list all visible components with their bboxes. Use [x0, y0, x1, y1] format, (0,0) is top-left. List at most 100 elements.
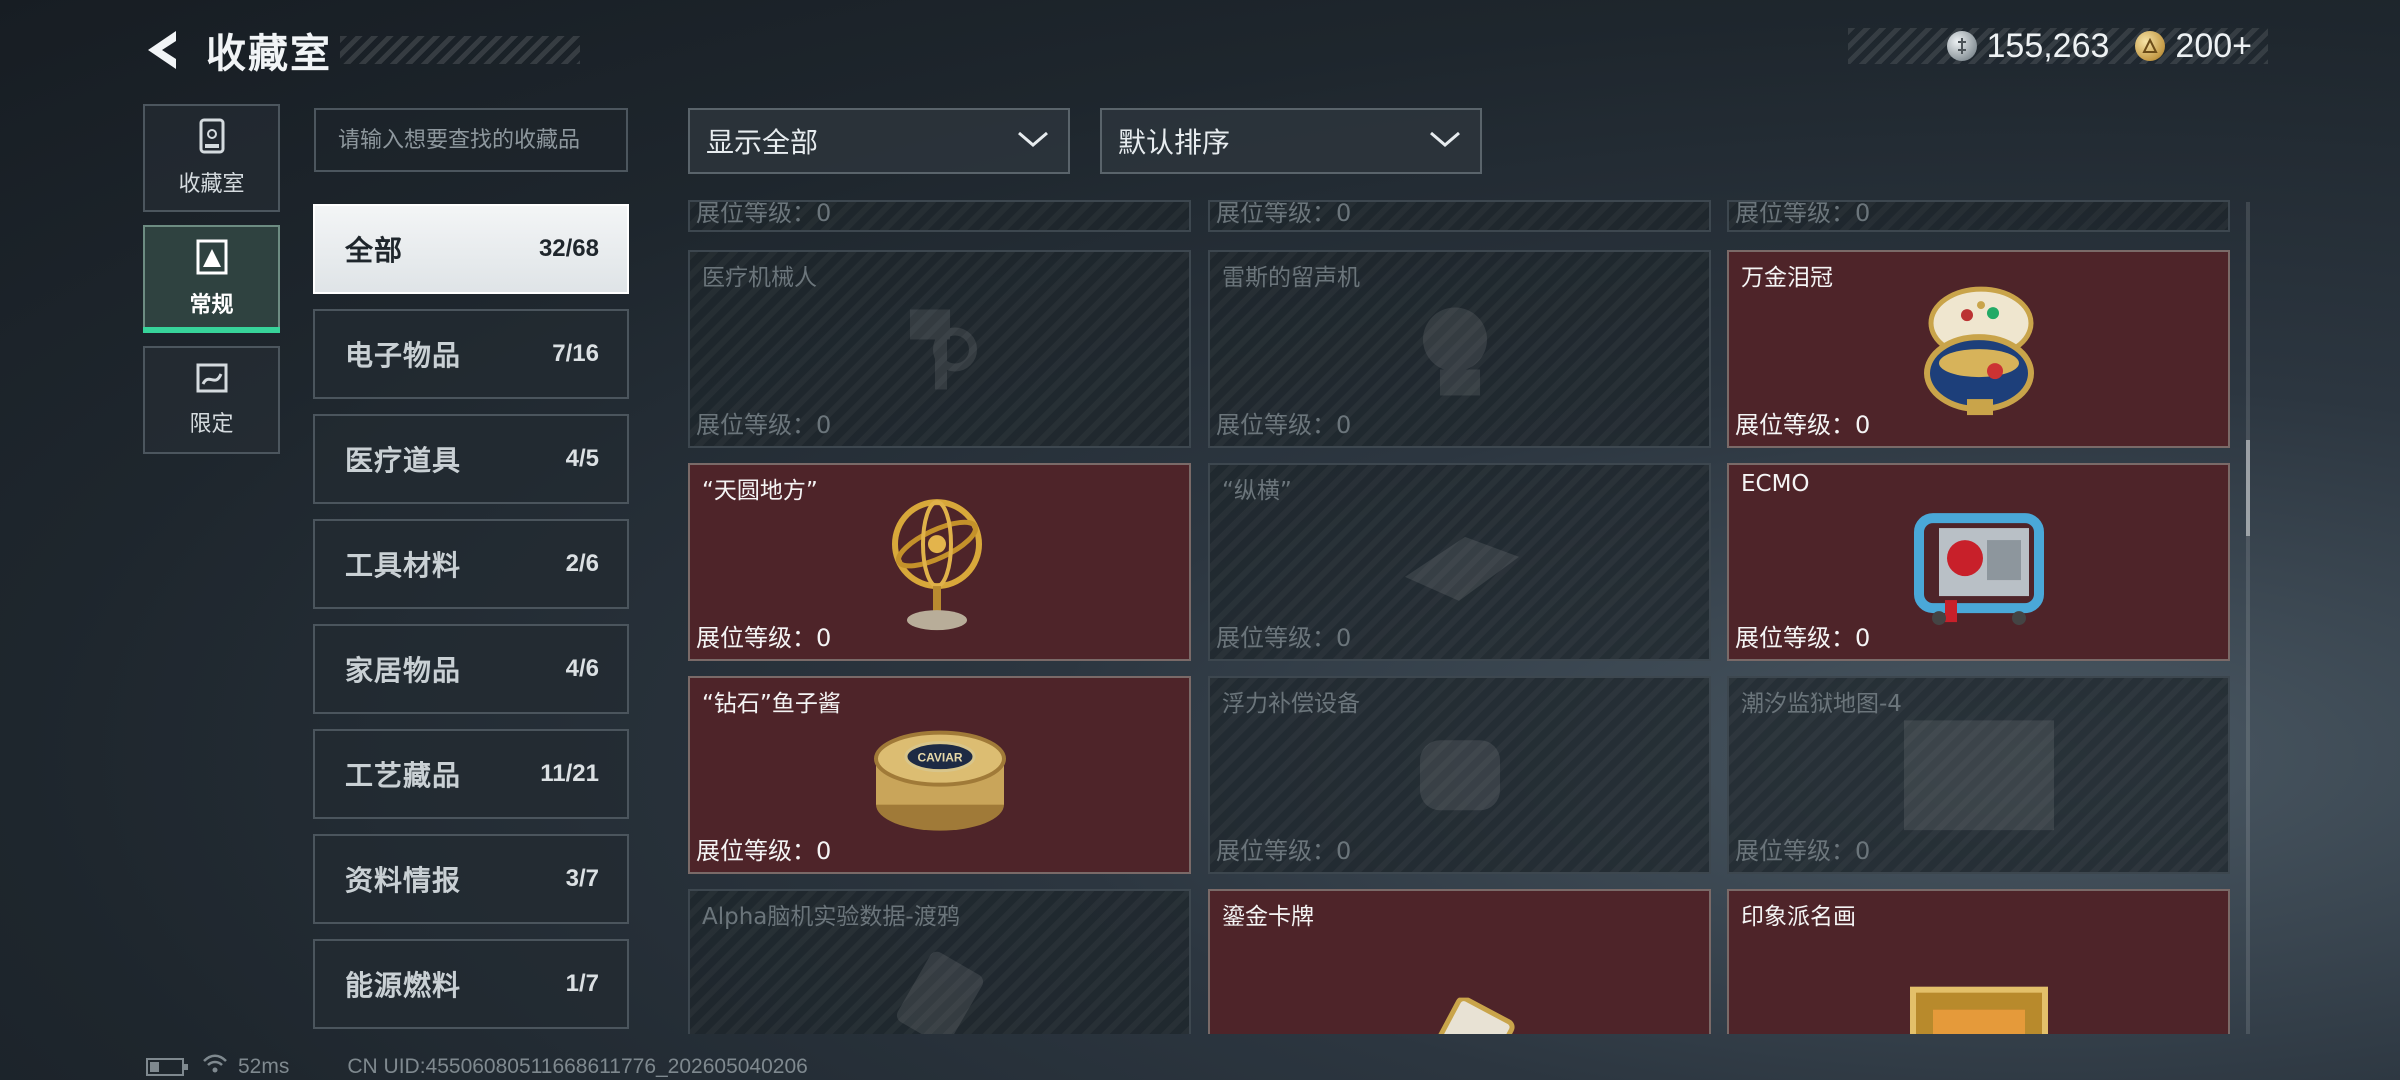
- category-count: 32/68: [538, 235, 599, 262]
- collection-card[interactable]: ECMO 展位等级：0: [1727, 463, 2230, 661]
- collection-card[interactable]: 展位等级：0: [1208, 200, 1711, 232]
- display-filter-value: 显示全部: [706, 126, 819, 159]
- category-name: 工艺藏品: [345, 759, 462, 792]
- collection-card[interactable]: “钻石”鱼子酱 CAVIAR 展位等级：0: [688, 676, 1191, 874]
- item-name: 印象派名画: [1741, 904, 1856, 930]
- booth-level: 展位等级：0: [696, 200, 832, 227]
- collection-grid: 展位等级：0 展位等级：0 展位等级：0 医疗机械人 展位等级：0 雷斯的留声机…: [688, 200, 2230, 1034]
- collection-card[interactable]: “天圆地方” 展位等级：0: [688, 463, 1191, 661]
- category-fuel[interactable]: 能源燃料 1/7: [313, 939, 629, 1029]
- display-filter-dropdown[interactable]: 显示全部: [688, 108, 1070, 174]
- battery-icon: [146, 1058, 188, 1076]
- collection-card[interactable]: 雷斯的留声机 展位等级：0: [1208, 250, 1711, 448]
- gold-amount: 200+: [2175, 26, 2252, 65]
- nav-label: 限定: [189, 412, 234, 437]
- gold-coin-icon: [2135, 31, 2166, 61]
- category-count: 3/7: [565, 865, 599, 892]
- item-name: “纵横”: [1222, 478, 1292, 504]
- booth-level: 展位等级：0: [696, 837, 832, 865]
- category-intel[interactable]: 资料情报 3/7: [313, 834, 629, 924]
- item-name: “钻石”鱼子酱: [702, 691, 841, 717]
- buoyancy-device-icon: [1400, 720, 1520, 834]
- category-name: 资料情报: [345, 864, 462, 897]
- nav-label: 收藏室: [178, 172, 245, 197]
- jeweled-egg-icon: [1909, 275, 2049, 429]
- collection-card[interactable]: 鎏金卡牌: [1208, 889, 1711, 1034]
- category-count: 4/5: [565, 445, 599, 472]
- silver-coin-icon: [1946, 31, 1977, 61]
- item-name: 鎏金卡牌: [1222, 904, 1314, 930]
- map-icon: [1903, 720, 2054, 834]
- nav-collection-room[interactable]: 收藏室: [143, 104, 280, 212]
- category-list: 全部 32/68 电子物品 7/16 医疗道具 4/5 工具材料 2/6 家居物品 4/6…: [313, 204, 629, 1044]
- silver-amount: 155,263: [1986, 26, 2110, 65]
- status-footer: 52ms CN UID:455060805116686117​76_202605…: [146, 1054, 808, 1080]
- nav-regular[interactable]: 常规: [143, 225, 280, 333]
- booth-level: 展位等级：0: [696, 624, 832, 652]
- nav-limited[interactable]: 限定: [143, 346, 280, 454]
- category-name: 医疗道具: [345, 444, 462, 477]
- collection-card[interactable]: Alpha脑机实验数据-渡鸦: [688, 889, 1191, 1034]
- chevron-down-icon: [1428, 129, 1462, 153]
- item-name: “天圆地方”: [702, 478, 818, 504]
- category-count: 2/6: [565, 550, 599, 577]
- category-crafts[interactable]: 工艺藏品 11/21: [313, 729, 629, 819]
- search-input[interactable]: [314, 108, 628, 172]
- booth-level: 展位等级：0: [1735, 411, 1871, 439]
- item-name: 医疗机械人: [702, 265, 817, 291]
- category-count: 4/6: [565, 655, 599, 682]
- collection-card[interactable]: 印象派名画: [1727, 889, 2230, 1034]
- regular-icon: [195, 239, 229, 279]
- scrollbar-track[interactable]: [2246, 202, 2250, 1034]
- category-name: 全部: [345, 234, 404, 267]
- phonograph-icon: [1400, 289, 1520, 413]
- collection-card[interactable]: 潮汐监狱地图-4 展位等级：0: [1727, 676, 2230, 874]
- collection-card[interactable]: “纵横” 展位等级：0: [1208, 463, 1711, 661]
- item-name: Alpha脑机实验数据-渡鸦: [702, 904, 960, 930]
- back-arrow-icon[interactable]: [140, 25, 184, 75]
- sort-value: 默认排序: [1118, 126, 1231, 159]
- collection-card[interactable]: 医疗机械人 展位等级：0: [688, 250, 1191, 448]
- limited-icon: [195, 362, 229, 398]
- title-decoration: [340, 36, 580, 64]
- collection-card[interactable]: 浮力补偿设备 展位等级：0: [1208, 676, 1711, 874]
- category-name: 能源燃料: [345, 969, 462, 1002]
- category-count: 1/7: [565, 970, 599, 997]
- booth-level: 展位等级：0: [1216, 624, 1352, 652]
- chevron-down-icon: [1016, 129, 1050, 153]
- category-count: 7/16: [552, 340, 599, 367]
- framed-painting-icon: [1909, 986, 2049, 1034]
- booth-level: 展位等级：0: [1216, 837, 1352, 865]
- booth-level: 展位等级：0: [1216, 200, 1352, 227]
- nav-label: 常规: [189, 293, 234, 318]
- category-electronics[interactable]: 电子物品 7/16: [313, 309, 629, 399]
- booth-level: 展位等级：0: [1735, 200, 1871, 227]
- category-all[interactable]: 全部 32/68: [313, 204, 629, 294]
- booth-level: 展位等级：0: [1735, 624, 1871, 652]
- item-name: 浮力补偿设备: [1222, 691, 1360, 717]
- collection-card[interactable]: 展位等级：0: [688, 200, 1191, 232]
- category-name: 电子物品: [345, 339, 462, 372]
- ecmo-machine-icon: [1899, 488, 2059, 642]
- caviar-tin-icon: CAVIAR: [870, 711, 1010, 845]
- booth-level: 展位等级：0: [1216, 411, 1352, 439]
- left-nav: 收藏室 常规 限定: [143, 104, 280, 467]
- item-name: 万金泪冠: [1741, 265, 1833, 291]
- wifi-icon: [202, 1054, 228, 1080]
- item-name: 雷斯的留声机: [1222, 265, 1360, 291]
- category-household[interactable]: 家居物品 4/6: [313, 624, 629, 714]
- gilded-card-icon: [1400, 995, 1520, 1034]
- data-drive-icon: [880, 928, 1000, 1034]
- header: 收藏室: [140, 20, 580, 80]
- ping-value: 52ms: [238, 1055, 290, 1078]
- category-name: 家居物品: [345, 654, 462, 687]
- category-medical[interactable]: 医疗道具 4/5: [313, 414, 629, 504]
- caviar-label: CAVIAR: [917, 751, 962, 765]
- sort-dropdown[interactable]: 默认排序: [1100, 108, 1482, 174]
- collection-card[interactable]: 展位等级：0: [1727, 200, 2230, 232]
- booth-level: 展位等级：0: [696, 411, 832, 439]
- category-name: 工具材料: [345, 549, 462, 582]
- category-tools[interactable]: 工具材料 2/6: [313, 519, 629, 609]
- collection-card[interactable]: 万金泪冠 展位等级：0: [1727, 250, 2230, 448]
- scrollbar-thumb[interactable]: [2246, 440, 2250, 536]
